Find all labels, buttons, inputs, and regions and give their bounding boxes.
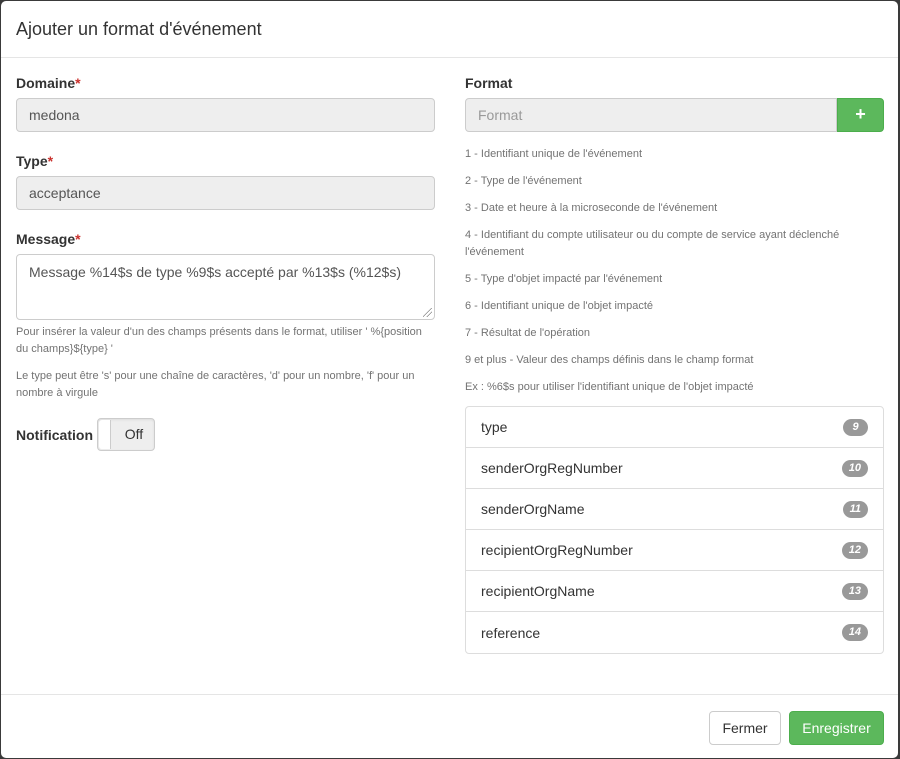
message-help-insert: Pour insérer la valeur d'un des champs p… [16,326,422,355]
domain-input[interactable]: medona [16,98,435,132]
left-column: Domaine* medona Type* acceptance Message… [16,74,435,451]
list-item[interactable]: recipientOrgRegNumber 12 [466,530,883,571]
add-event-format-modal: Ajouter un format d'événement Domaine* m… [1,1,898,758]
list-item[interactable]: type 9 [466,407,883,448]
format-input[interactable]: Format [465,98,837,132]
required-mark: * [75,75,81,91]
type-input[interactable]: acceptance [16,176,435,210]
legend-item: 3 - Date et heure à la microseconde de l… [465,202,718,214]
field-position-badge: 11 [842,500,868,518]
notification-label: Notification [16,426,93,443]
legend-item: Ex : %6$s pour utiliser l'identifiant un… [465,381,754,393]
notification-toggle[interactable]: Off [97,418,155,451]
resize-grip-icon[interactable] [423,308,432,317]
legend-item: 2 - Type de l'événement [465,175,582,187]
format-fields-list: type 9 senderOrgRegNumber 10 senderOrgNa… [465,406,884,654]
modal-footer: Fermer Enregistrer [1,694,898,758]
field-name: type [481,419,508,435]
modal-header: Ajouter un format d'événement [1,1,898,58]
save-button[interactable]: Enregistrer [789,711,884,745]
type-label: Type* [16,153,54,169]
format-label: Format [465,75,513,91]
field-name: recipientOrgRegNumber [481,542,633,558]
legend-item: 4 - Identifiant du compte utilisateur ou… [465,229,840,258]
field-position-badge: 10 [841,459,868,477]
modal-body: Domaine* medona Type* acceptance Message… [1,58,898,694]
format-input-group: Format + [465,98,884,132]
close-button[interactable]: Fermer [709,711,781,745]
field-name: senderOrgRegNumber [481,460,623,476]
format-legend: 1 - Identifiant unique de l'événement 2 … [465,146,884,396]
toggle-state-text: Off [124,426,144,442]
message-label: Message* [16,231,81,247]
legend-item: 6 - Identifiant unique de l'objet impact… [465,300,653,312]
message-help-type: Le type peut être 's' pour une chaîne de… [16,370,415,399]
notification-row: Notification Off [16,418,435,451]
legend-item: 1 - Identifiant unique de l'événement [465,148,642,160]
modal-title: Ajouter un format d'événement [16,19,262,39]
field-position-badge: 9 [843,418,868,436]
field-name: reference [481,624,541,641]
required-mark: * [75,231,81,247]
field-position-badge: 13 [841,582,868,600]
legend-item: 5 - Type d'objet impacté par l'événement [465,273,663,285]
field-position-badge: 12 [841,541,868,559]
list-item[interactable]: senderOrgRegNumber 10 [466,448,883,489]
message-textarea[interactable]: Message %14$s de type %9$s accepté par %… [16,254,435,320]
list-item[interactable]: senderOrgName 11 [466,489,883,530]
list-item[interactable]: recipientOrgName 13 [466,571,883,612]
domain-label: Domaine* [16,75,81,91]
field-name: senderOrgName [481,501,585,517]
legend-item: 7 - Résultat de l'opération [465,327,591,339]
field-position-badge: 14 [841,624,868,641]
right-column: Format Format + 1 - Identifiant unique d… [465,74,884,654]
toggle-knob [99,420,111,449]
required-mark: * [47,153,54,169]
list-item[interactable]: reference 14 [466,612,883,653]
legend-item: 9 et plus - Valeur des champs définis da… [465,354,754,366]
add-format-button[interactable]: + [837,98,884,132]
field-name: recipientOrgName [481,583,595,599]
message-text: Message %14$s de type %9$s accepté par %… [29,264,401,280]
